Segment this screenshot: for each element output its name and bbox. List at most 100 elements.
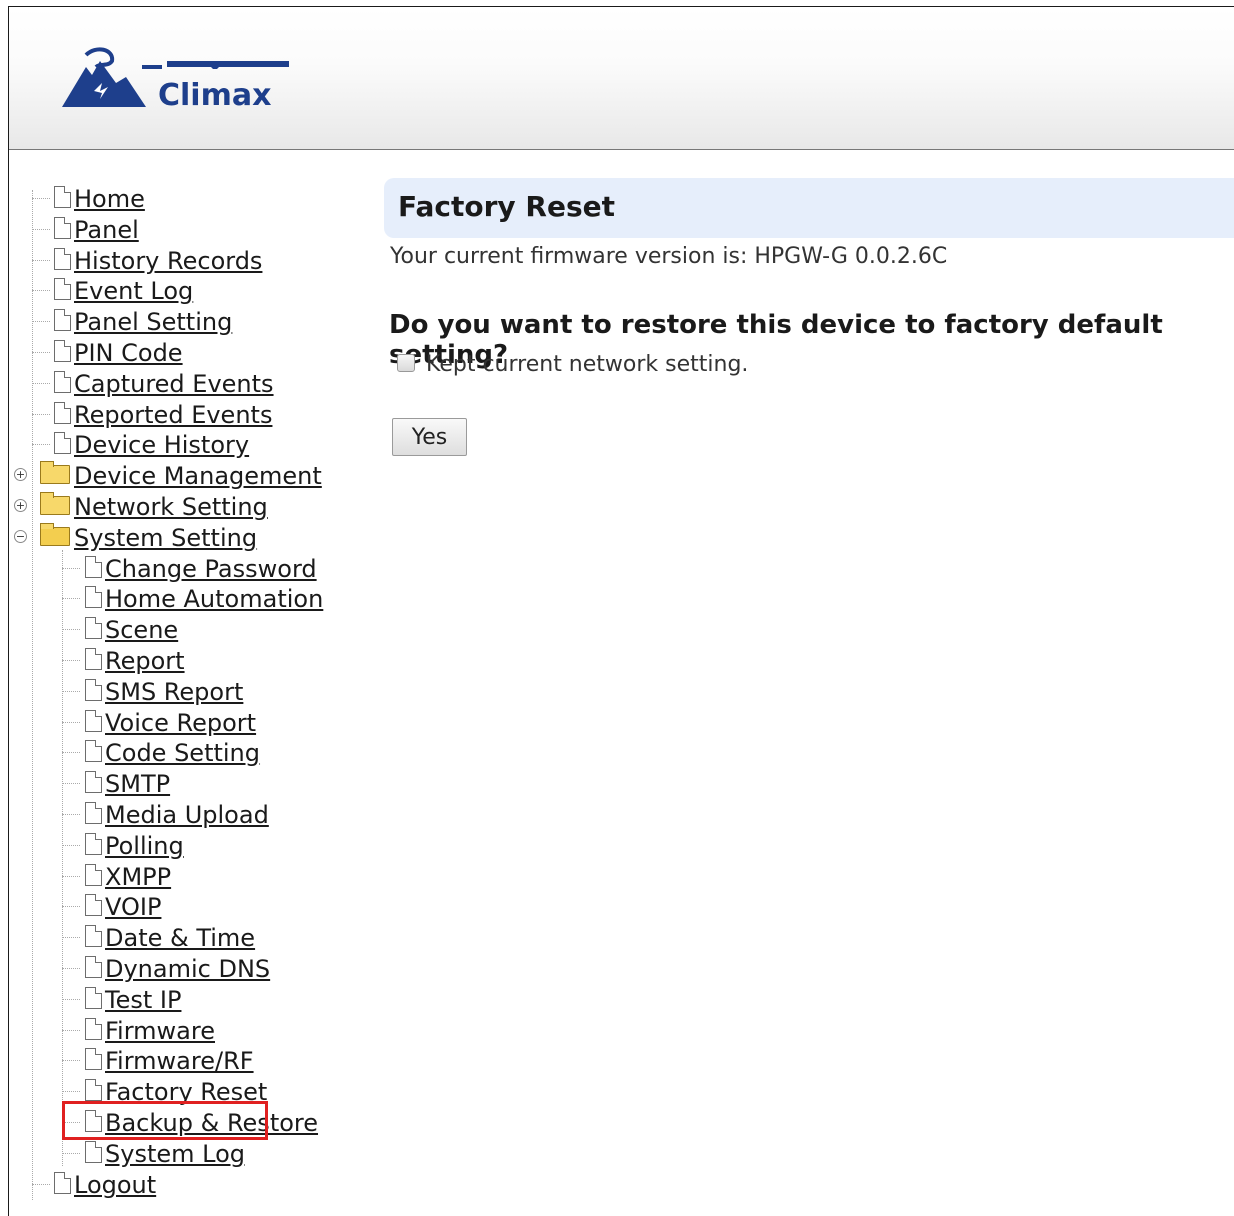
nav-link[interactable]: Code Setting — [105, 738, 260, 768]
tree-line — [32, 190, 33, 1200]
nav-tree: Home Panel History Records Event Log Panel S… — [0, 0, 380, 1200]
page-icon — [85, 740, 102, 762]
nav-link[interactable]: Reported Events — [74, 400, 272, 430]
page-icon — [85, 648, 102, 670]
subtree-line — [62, 550, 63, 1166]
tree-connector — [32, 414, 50, 415]
nav-link[interactable]: Home — [74, 184, 145, 214]
nav-link[interactable]: SMTP — [105, 769, 170, 799]
nav-link[interactable]: Firmware/RF — [105, 1046, 254, 1076]
page-icon — [85, 710, 102, 732]
open-folder-icon — [40, 523, 70, 546]
nav-link[interactable]: Change Password — [105, 554, 317, 584]
page-icon — [85, 1141, 102, 1163]
page-icon — [85, 1048, 102, 1070]
page-icon — [85, 1018, 102, 1040]
page-icon — [85, 864, 102, 886]
page-icon — [54, 402, 71, 424]
nav-link[interactable]: Home Automation — [105, 584, 323, 614]
page-icon — [54, 1172, 71, 1194]
nav-link[interactable]: Network Setting — [74, 492, 268, 522]
page-icon — [54, 340, 71, 362]
tree-connector — [62, 937, 80, 938]
page-icon — [85, 833, 102, 855]
tree-connector — [62, 999, 80, 1000]
tree-connector — [32, 260, 50, 261]
nav-link[interactable]: History Records — [74, 246, 262, 276]
nav-link[interactable]: VOIP — [105, 892, 161, 922]
page-title-bar: Factory Reset — [384, 178, 1234, 238]
tree-connector — [62, 1030, 80, 1031]
keep-network-checkbox[interactable] — [397, 354, 415, 372]
tree-connector — [62, 968, 80, 969]
nav-link[interactable]: Date & Time — [105, 923, 255, 953]
tree-connector — [62, 629, 80, 630]
tree-connector — [32, 198, 50, 199]
page-icon — [85, 894, 102, 916]
nav-link[interactable]: Voice Report — [105, 708, 256, 738]
page-icon — [85, 771, 102, 793]
nav-link[interactable]: System Log — [105, 1139, 245, 1169]
page-icon — [54, 309, 71, 331]
nav-link[interactable]: Event Log — [74, 276, 193, 306]
nav-link[interactable]: Firmware — [105, 1016, 215, 1046]
nav-link[interactable]: Scene — [105, 615, 178, 645]
tree-connector — [62, 1091, 80, 1092]
page-icon — [85, 617, 102, 639]
page-icon — [54, 278, 71, 300]
nav-link[interactable]: XMPP — [105, 862, 171, 892]
keep-network-label[interactable]: Kept current network setting. — [426, 352, 748, 377]
tree-connector — [62, 660, 80, 661]
page-title: Factory Reset — [398, 190, 615, 223]
expand-icon[interactable]: + — [14, 468, 27, 481]
tree-connector — [62, 722, 80, 723]
tree-connector — [32, 321, 50, 322]
nav-link[interactable]: Panel Setting — [74, 307, 232, 337]
tree-connector — [62, 752, 80, 753]
tree-connector — [62, 598, 80, 599]
page-icon — [85, 956, 102, 978]
nav-link[interactable]: Device Management — [74, 461, 322, 491]
page-icon — [85, 987, 102, 1009]
nav-link[interactable]: Device History — [74, 430, 249, 460]
page-icon — [54, 248, 71, 270]
nav-link[interactable]: SMS Report — [105, 677, 243, 707]
folder-icon — [40, 492, 70, 515]
tree-connector — [32, 229, 50, 230]
page-icon — [85, 556, 102, 578]
page-icon — [85, 586, 102, 608]
collapse-icon[interactable]: − — [14, 530, 27, 543]
tree-connector — [62, 691, 80, 692]
nav-link[interactable]: Panel — [74, 215, 139, 245]
tree-connector — [62, 783, 80, 784]
page-icon — [54, 186, 71, 208]
nav-link[interactable]: Media Upload — [105, 800, 269, 830]
page-icon — [54, 217, 71, 239]
nav-link[interactable]: Test IP — [105, 985, 181, 1015]
tree-connector — [32, 383, 50, 384]
page-icon — [85, 679, 102, 701]
tree-connector — [62, 1153, 80, 1154]
tree-connector — [32, 290, 50, 291]
tree-connector — [62, 876, 80, 877]
tree-connector — [62, 568, 80, 569]
firmware-version-text: Your current firmware version is: HPGW-G… — [390, 244, 948, 269]
tree-connector — [62, 845, 80, 846]
nav-link[interactable]: Logout — [74, 1170, 156, 1200]
nav-link[interactable]: Polling — [105, 831, 184, 861]
tree-connector — [32, 352, 50, 353]
yes-button[interactable]: Yes — [392, 418, 467, 456]
page-icon — [85, 925, 102, 947]
nav-link[interactable]: Report — [105, 646, 185, 676]
nav-link[interactable]: PIN Code — [74, 338, 183, 368]
page-icon — [54, 432, 71, 454]
folder-icon — [40, 461, 70, 484]
nav-link[interactable]: Dynamic DNS — [105, 954, 270, 984]
tree-connector — [32, 444, 50, 445]
nav-link[interactable]: System Setting — [74, 523, 257, 553]
nav-link[interactable]: Captured Events — [74, 369, 274, 399]
tree-connector — [62, 814, 80, 815]
page-icon — [85, 802, 102, 824]
expand-icon[interactable]: + — [14, 499, 27, 512]
tree-connector — [62, 1060, 80, 1061]
